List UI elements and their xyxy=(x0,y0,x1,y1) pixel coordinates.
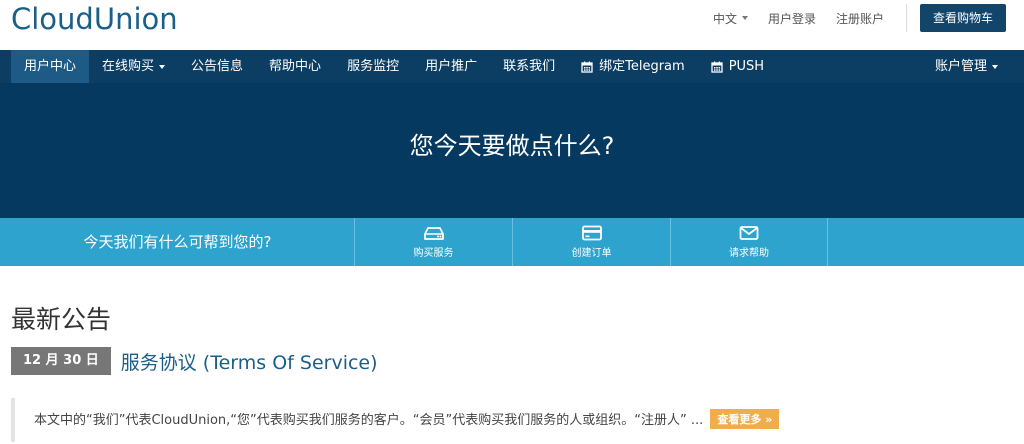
site-logo[interactable]: CloudUnion xyxy=(11,0,178,40)
nav-item-push[interactable]: PUSH xyxy=(698,50,777,83)
hero-banner: 您今天要做点什么? xyxy=(0,83,1024,218)
read-more-button[interactable]: 查看更多 » xyxy=(710,409,780,429)
main-nav: 用户中心 在线购买 公告信息 帮助中心 服务监控 用户推广 联系我们 绑定Tel… xyxy=(0,50,1024,83)
date-badge: 12 月 30 日 xyxy=(11,347,111,375)
calendar-icon xyxy=(581,61,593,73)
nav-item-label: 公告信息 xyxy=(191,59,244,74)
announcement-excerpt: 本文中的“我们”代表CloudUnion,“您”代表购买我们服务的客户。“会员”… xyxy=(34,409,780,429)
nav-item-announcements[interactable]: 公告信息 xyxy=(178,50,256,83)
language-label: 中文 xyxy=(712,11,737,26)
action-label: 购买服务 xyxy=(413,248,454,259)
nav-item-telegram[interactable]: 绑定Telegram xyxy=(568,50,698,83)
quick-actions-bar: 今天我们有什么可帮到您的? 购买服务 创建订单 请求帮助 xyxy=(0,218,1024,266)
nav-item-label: 在线购买 xyxy=(102,59,155,74)
buy-service-button[interactable]: 购买服务 xyxy=(354,218,512,266)
help-prompt: 今天我们有什么可帮到您的? xyxy=(83,233,272,251)
server-icon xyxy=(423,227,444,240)
credit-card-icon xyxy=(581,225,602,241)
view-cart-button[interactable]: 查看购物车 xyxy=(919,4,1006,32)
nav-item-label: 服务监控 xyxy=(347,59,400,74)
chevron-down-icon xyxy=(159,64,166,69)
login-link[interactable]: 用户登录 xyxy=(768,10,816,27)
nav-item-help-center[interactable]: 帮助中心 xyxy=(256,50,334,83)
nav-item-label: PUSH xyxy=(728,59,765,74)
account-menu-label: 账户管理 xyxy=(934,59,987,74)
announcement-excerpt-box: 本文中的“我们”代表CloudUnion,“您”代表购买我们服务的客户。“会员”… xyxy=(11,398,911,442)
nav-item-buy-online[interactable]: 在线购买 xyxy=(89,50,178,83)
nav-item-label: 用户中心 xyxy=(24,59,77,74)
account-menu[interactable]: 账户管理 xyxy=(922,50,1011,83)
nav-item-affiliate[interactable]: 用户推广 xyxy=(412,50,490,83)
request-help-button[interactable]: 请求帮助 xyxy=(670,218,828,266)
top-bar: CloudUnion 中文 用户登录 注册账户 查看购物车 xyxy=(0,0,1024,50)
nav-item-label: 用户推广 xyxy=(425,59,478,74)
nav-item-contact[interactable]: 联系我们 xyxy=(490,50,568,83)
announcements-heading: 最新公告 xyxy=(11,305,112,334)
nav-item-label: 联系我们 xyxy=(503,59,556,74)
register-link[interactable]: 注册账户 xyxy=(836,10,884,27)
top-links: 中文 用户登录 注册账户 查看购物车 xyxy=(693,4,1006,32)
nav-item-user-center[interactable]: 用户中心 xyxy=(11,50,90,83)
chevron-down-icon xyxy=(741,16,748,20)
announcement-title-link[interactable]: 服务协议 (Terms Of Service) xyxy=(121,348,378,375)
envelope-icon xyxy=(739,226,759,240)
language-selector[interactable]: 中文 xyxy=(713,10,748,27)
create-order-button[interactable]: 创建订单 xyxy=(512,218,670,266)
divider xyxy=(905,4,907,32)
action-label: 创建订单 xyxy=(571,248,612,259)
excerpt-text: 本文中的“我们”代表CloudUnion,“您”代表购买我们服务的客户。“会员”… xyxy=(34,413,704,428)
chevron-down-icon xyxy=(992,64,998,69)
announcement-header: 12 月 30 日 服务协议 (Terms Of Service) xyxy=(11,346,378,376)
nav-item-service-monitor[interactable]: 服务监控 xyxy=(334,50,412,83)
nav-item-label: 帮助中心 xyxy=(269,59,322,74)
hero-title: 您今天要做点什么? xyxy=(409,132,615,160)
calendar-icon xyxy=(711,61,723,73)
action-label: 请求帮助 xyxy=(729,248,769,259)
nav-item-label: 绑定Telegram xyxy=(599,59,685,74)
